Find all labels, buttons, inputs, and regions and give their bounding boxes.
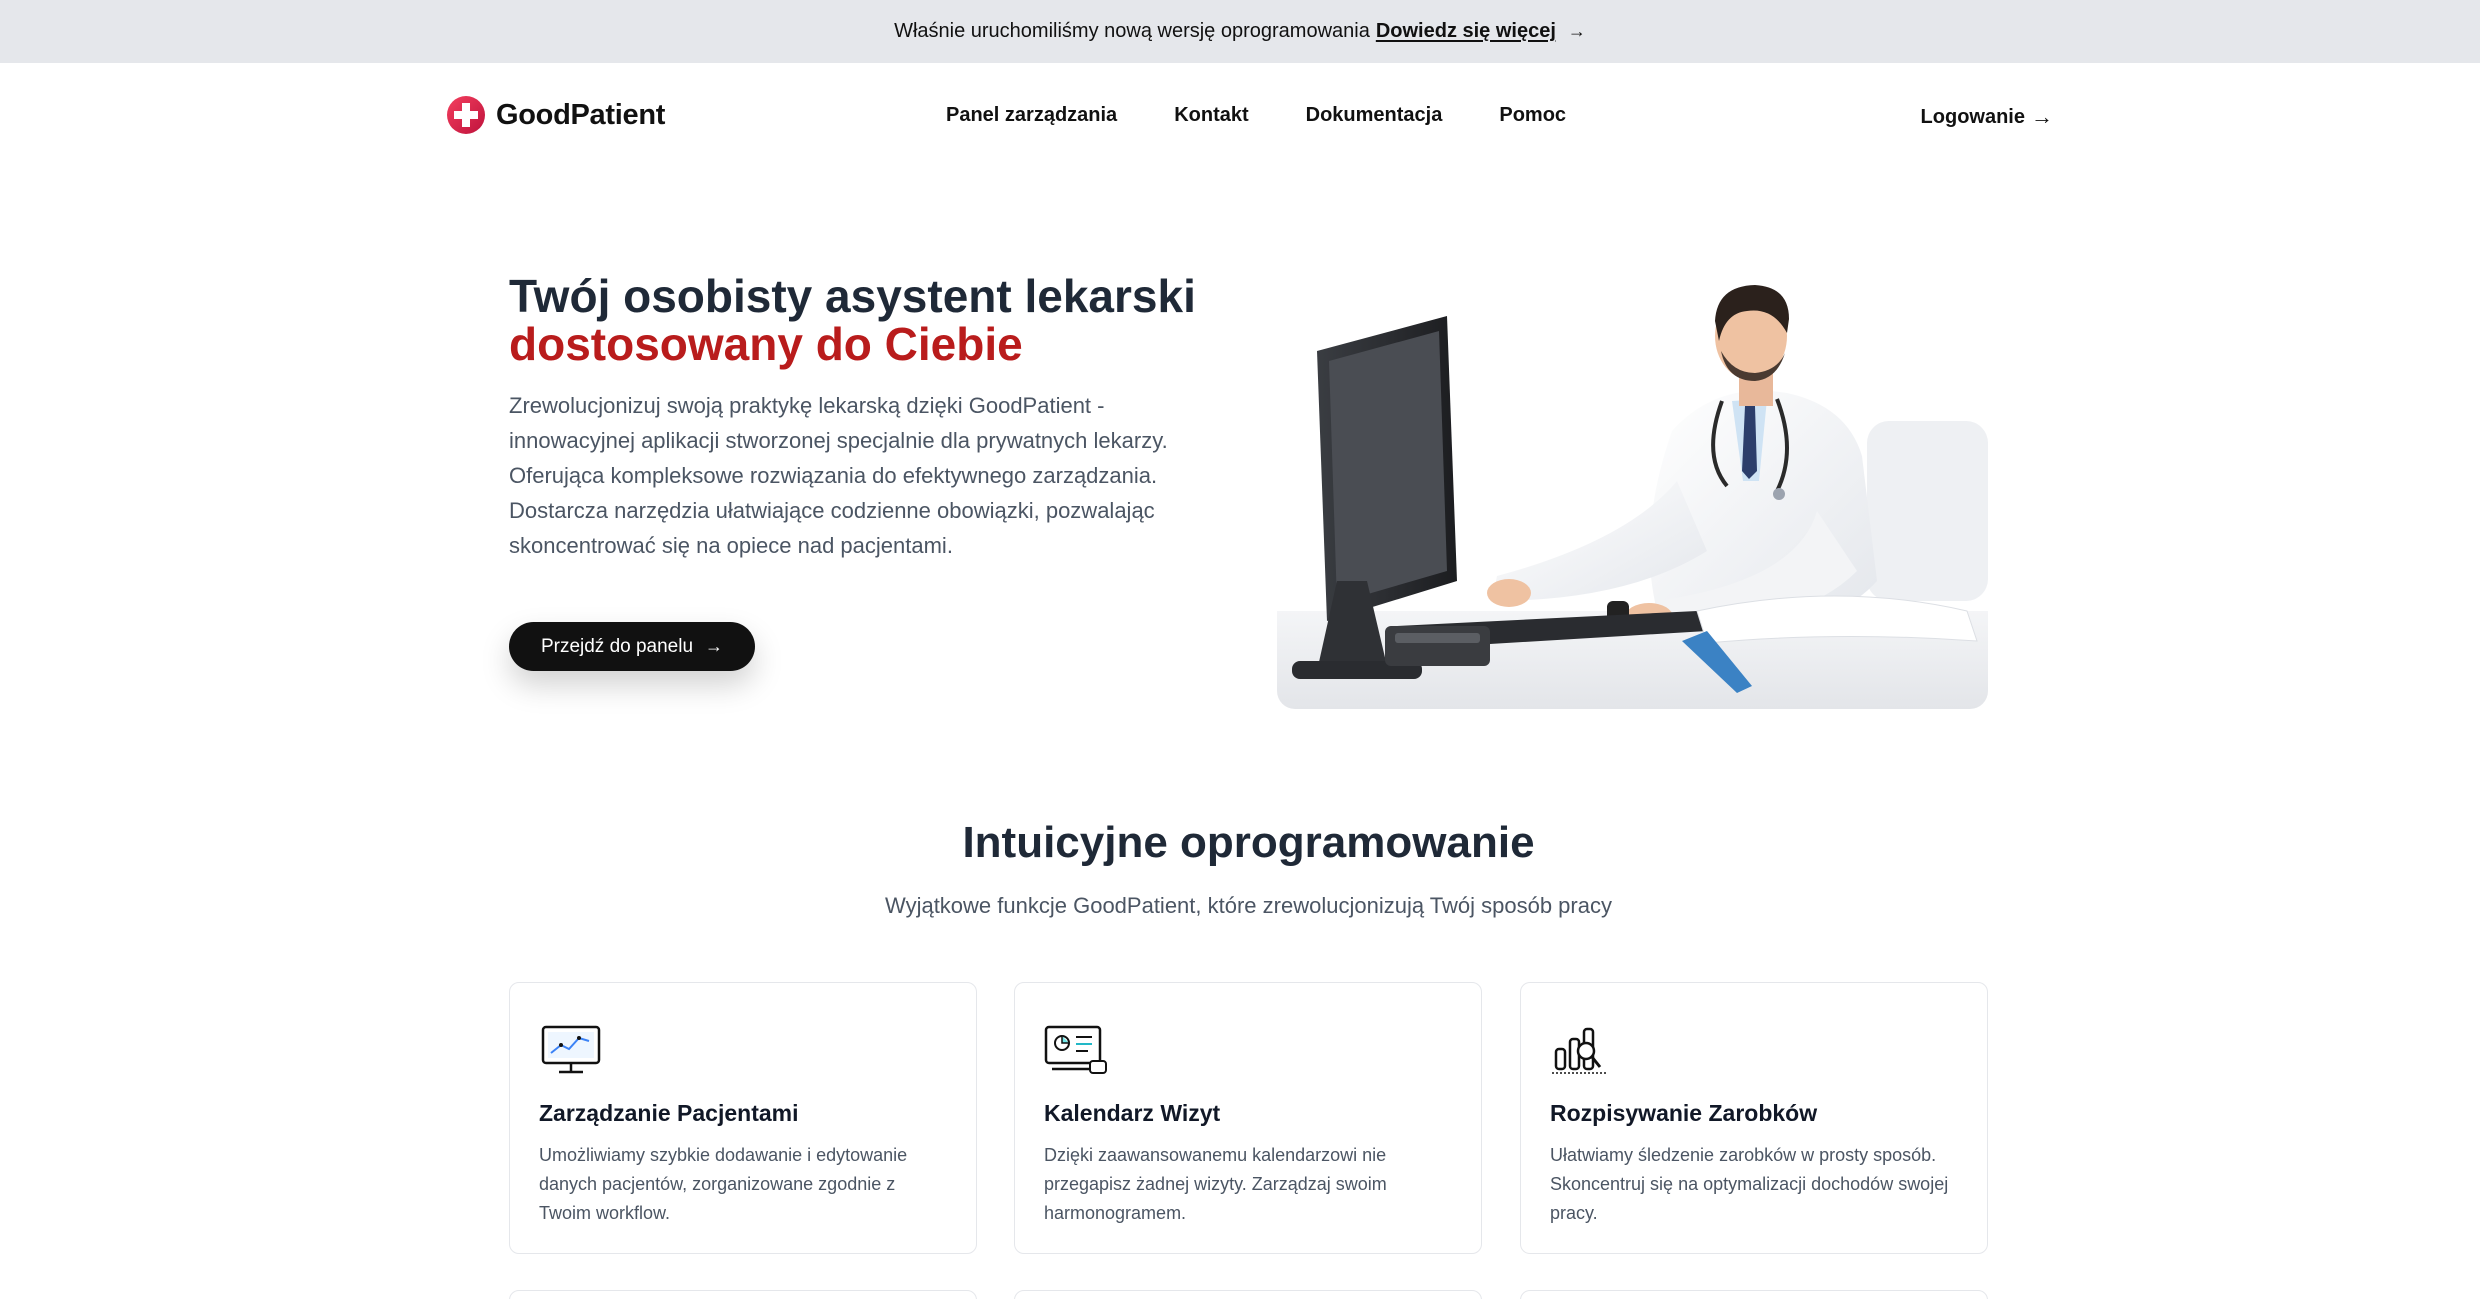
feature-card-earnings: Rozpisywanie Zarobków Ułatwiamy śledzeni… <box>1520 982 1988 1254</box>
feature-card-patients: Zarządzanie Pacjentami Umożliwiamy szybk… <box>509 982 977 1254</box>
feature-card-title: Rozpisywanie Zarobków <box>1550 1100 1818 1126</box>
features-title: Intuicyjne oprogramowanie <box>962 818 1535 867</box>
nav-item-pomoc[interactable]: Pomoc <box>1499 104 1566 127</box>
login-link[interactable]: Logowanie → <box>1921 104 2053 130</box>
arrow-right-icon: → <box>705 636 724 656</box>
feature-card-text: Umożliwiamy szybkie dodawanie i edytowan… <box>539 1145 908 1223</box>
cta-label: Przejdź do panelu <box>540 635 694 657</box>
announcement-bar: Właśnie uruchomiliśmy nową wersję oprogr… <box>0 0 2480 63</box>
announcement-text: Właśnie uruchomiliśmy nową wersję oprogr… <box>894 20 1370 42</box>
features-subtitle: Wyjątkowe funkcje GoodPatient, które zre… <box>885 893 1612 918</box>
arrow-right-icon: → <box>2031 104 2053 129</box>
hero-title-line2: dostosowany do Ciebie <box>509 318 1023 370</box>
feature-card-title: Zarządzanie Pacjentami <box>539 1100 799 1126</box>
feature-card-title: Kalendarz Wizyt <box>1044 1100 1221 1126</box>
nav-item-dokumentacja[interactable]: Dokumentacja <box>1306 104 1443 127</box>
brand-name: GoodPatient <box>496 98 666 131</box>
feature-card-calendar: Kalendarz Wizyt Dzięki zaawansowanemu ka… <box>1014 982 1482 1254</box>
feature-card-partial <box>509 1290 977 1299</box>
feature-card-text: Dzięki zaawansowanemu kalendarzowi nie p… <box>1044 1145 1387 1223</box>
bar-chart-search-icon <box>1552 1027 1606 1074</box>
calendar-dashboard-icon <box>1044 1025 1107 1074</box>
announcement-link[interactable]: Dowiedz się więcej <box>1376 20 1556 43</box>
brand-logo[interactable]: GoodPatient <box>446 95 665 135</box>
announcement-arrow-icon: → <box>1567 21 1586 41</box>
nav-item-panel[interactable]: Panel zarządzania <box>946 104 1117 127</box>
main-nav: Panel zarządzania Kontakt Dokumentacja P… <box>946 104 1623 127</box>
hero-title: Twój osobisty asystent lekarski dostosow… <box>509 272 1196 368</box>
hero-title-line1: Twój osobisty asystent lekarski <box>509 270 1196 322</box>
feature-card-partial <box>1014 1290 1482 1299</box>
doctor-at-computer-photo <box>1277 281 1988 709</box>
medical-cross-icon <box>447 96 485 134</box>
nav-item-kontakt[interactable]: Kontakt <box>1174 104 1248 127</box>
go-to-panel-button[interactable]: Przejdź do panelu → <box>509 622 755 671</box>
login-label: Logowanie <box>1920 105 2025 128</box>
monitor-chart-icon <box>541 1025 601 1074</box>
feature-card-text: Ułatwiamy śledzenie zarobków w prosty sp… <box>1550 1145 1949 1223</box>
site-header: GoodPatient Panel zarządzania Kontakt Do… <box>0 63 2480 168</box>
hero-description: Zrewolucjonizuj swoją praktykę lekarską … <box>509 393 1168 558</box>
feature-card-partial <box>1520 1290 1988 1299</box>
